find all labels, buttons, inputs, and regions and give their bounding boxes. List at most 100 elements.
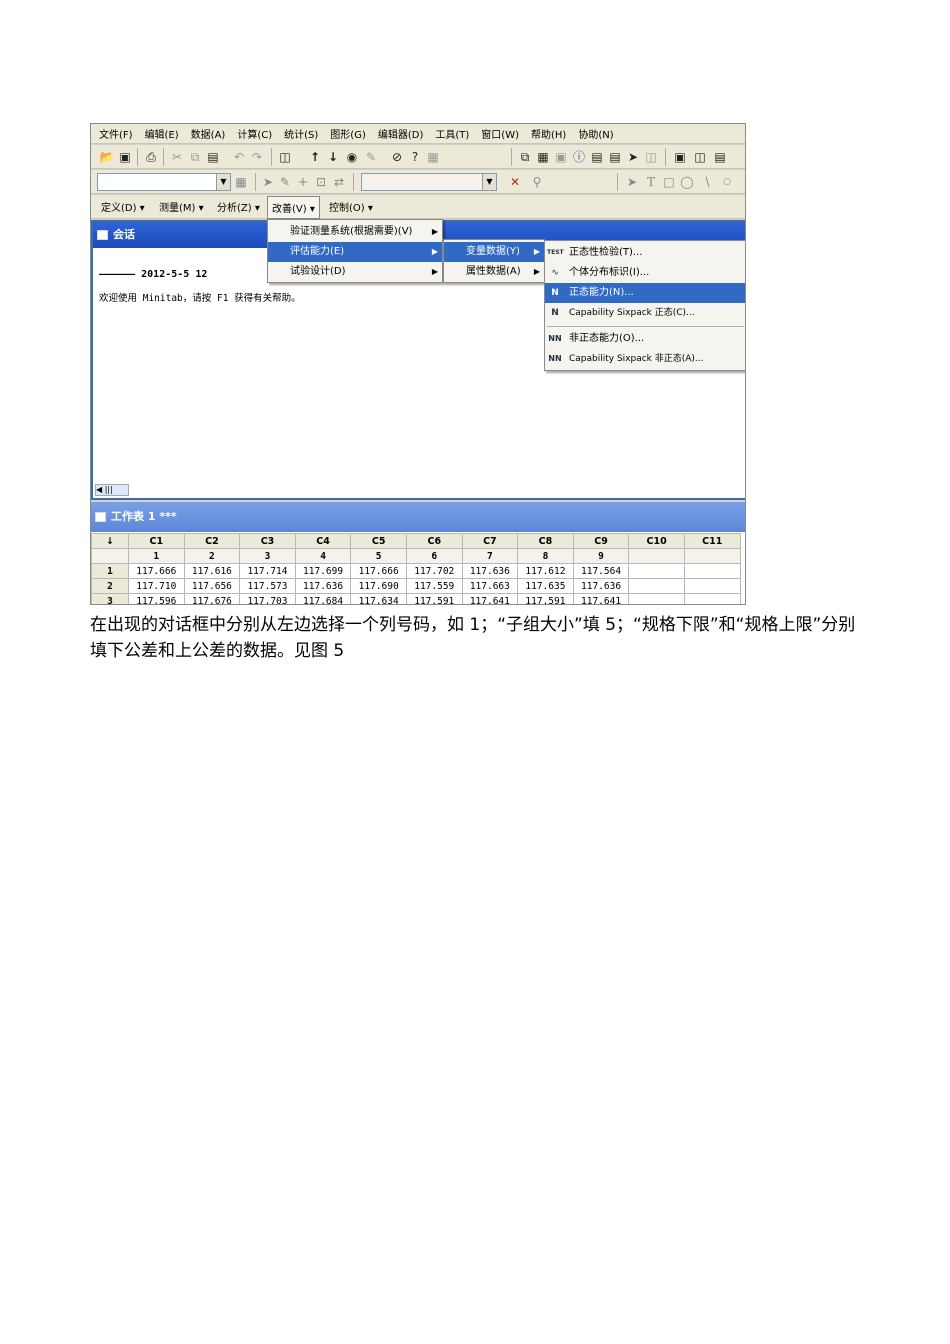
swap-icon[interactable]: ⇄ — [331, 174, 347, 190]
tile-icon[interactable]: ◫ — [643, 149, 659, 165]
column-header[interactable]: C1 — [128, 533, 185, 549]
cancel-icon[interactable]: ⊘ — [389, 149, 405, 165]
table-cell[interactable]: 117.663 — [461, 578, 519, 594]
menu-item-variable-data[interactable]: 变量数据(Y) ▶ — [444, 242, 544, 262]
column-name-cell[interactable] — [683, 548, 741, 564]
table-cell[interactable] — [683, 593, 741, 604]
table-cell[interactable] — [683, 578, 741, 594]
list-icon[interactable]: ▤ — [711, 149, 729, 165]
menu-item-sixpack-normal[interactable]: N Capability Sixpack 正态(C)... — [545, 303, 745, 323]
table-cell[interactable]: 117.676 — [183, 593, 241, 604]
column-name-cell[interactable]: 6 — [405, 548, 463, 564]
cut-icon[interactable]: ✂ — [169, 149, 185, 165]
column-name-cell[interactable]: 1 — [128, 548, 185, 564]
menu-item-measurement-system[interactable]: 验证测量系统(根据需要)(V) ▶ — [268, 222, 442, 242]
table-cell[interactable]: 117.591 — [517, 593, 574, 604]
print-icon[interactable]: ⎙ — [143, 149, 159, 165]
replace-icon[interactable]: ✎ — [363, 149, 379, 165]
worksheet-icon[interactable]: ▦ — [535, 149, 551, 165]
column-name-cell[interactable]: 3 — [239, 548, 296, 564]
column-header[interactable]: C6 — [405, 533, 463, 549]
redo-icon[interactable]: ↷ — [249, 149, 265, 165]
column-header[interactable]: C2 — [183, 533, 241, 549]
graph-icon[interactable]: ▣ — [671, 149, 689, 165]
table-cell[interactable]: 117.641 — [572, 593, 630, 604]
column-header[interactable]: C9 — [572, 533, 630, 549]
column-header[interactable]: C8 — [517, 533, 574, 549]
paste-icon[interactable]: ▤ — [205, 149, 221, 165]
table-cell[interactable]: 117.641 — [461, 593, 519, 604]
column-name-cell[interactable]: 4 — [294, 548, 352, 564]
zoom-icon[interactable]: ⚲ — [529, 174, 545, 190]
dot-icon[interactable]: ○ — [721, 174, 733, 190]
menu-stat[interactable]: 统计(S) — [284, 126, 318, 141]
close-icon[interactable]: ✕ — [507, 174, 523, 190]
copy-icon[interactable]: ⧉ — [187, 149, 203, 165]
menu-edit[interactable]: 编辑(E) — [145, 126, 179, 141]
column-header[interactable]: C11 — [683, 533, 741, 549]
analyze-button[interactable]: 分析(Z) ▾ — [217, 199, 260, 214]
column-name-cell[interactable]: 2 — [183, 548, 241, 564]
menu-item-attribute-data[interactable]: 属性数据(A) ▶ — [444, 262, 544, 282]
table-cell[interactable]: 117.612 — [517, 563, 574, 579]
table-cell[interactable]: 117.636 — [461, 563, 519, 579]
graph-manager-icon[interactable]: ⧉ — [517, 149, 533, 165]
column-header[interactable]: C4 — [294, 533, 352, 549]
menu-file[interactable]: 文件(F) — [99, 126, 133, 141]
table-cell[interactable]: 117.573 — [239, 578, 296, 594]
report-icon[interactable]: ▤ — [589, 149, 605, 165]
improve-button[interactable]: 改善(V) ▾ — [267, 196, 320, 219]
menu-item-doe[interactable]: 试验设计(D) ▶ — [268, 262, 442, 282]
column-name-cell[interactable]: 8 — [517, 548, 574, 564]
chevron-down-icon[interactable]: ▼ — [482, 174, 496, 190]
select-icon[interactable]: ⊡ — [313, 174, 329, 190]
menu-item-assess-capability[interactable]: 评估能力(E) ▶ — [268, 242, 442, 262]
table-cell[interactable]: 117.703 — [239, 593, 296, 604]
table-cell[interactable]: 117.636 — [294, 578, 352, 594]
table-cell[interactable]: 117.656 — [183, 578, 241, 594]
column-header[interactable]: C10 — [628, 533, 685, 549]
menu-item-sixpack-nonnormal[interactable]: NN Capability Sixpack 非正态(A)... — [545, 349, 745, 369]
save-icon[interactable]: ▣ — [117, 149, 133, 165]
column-name-cell[interactable]: 5 — [350, 548, 407, 564]
table-cell[interactable]: 117.714 — [239, 563, 296, 579]
table-cell[interactable]: 117.690 — [350, 578, 407, 594]
menu-help[interactable]: 帮助(H) — [531, 126, 566, 141]
table-cell[interactable]: 117.666 — [350, 563, 407, 579]
session-window-icon[interactable]: ◫ — [277, 149, 293, 165]
undo-icon[interactable]: ↶ — [231, 149, 247, 165]
table-cell[interactable]: 117.591 — [405, 593, 463, 604]
help-icon[interactable]: ? — [407, 149, 423, 165]
table-cell[interactable]: 117.636 — [572, 578, 630, 594]
menu-item-normal-capability[interactable]: N 正态能力(N)... — [545, 283, 745, 303]
row-header[interactable]: 2 — [91, 578, 129, 594]
arrow-icon[interactable]: ➤ — [625, 174, 639, 190]
column-header[interactable]: ↓ — [91, 533, 129, 549]
rectangle-icon[interactable]: □ — [661, 174, 677, 190]
column-header[interactable]: C7 — [461, 533, 519, 549]
pointer-icon[interactable]: ➤ — [261, 174, 275, 190]
table-cell[interactable] — [628, 563, 685, 579]
menu-tools[interactable]: 工具(T) — [435, 126, 469, 141]
table-cell[interactable]: 117.702 — [405, 563, 463, 579]
table-cell[interactable]: 117.634 — [350, 593, 407, 604]
arrow-up-icon[interactable]: ↑ — [307, 149, 323, 165]
column-name-cell[interactable] — [91, 548, 129, 564]
history-icon[interactable]: ▣ — [553, 149, 569, 165]
menu-item-normality-test[interactable]: TEST 正态性检验(T)... — [545, 243, 745, 263]
row-header[interactable]: 3 — [91, 593, 129, 604]
find-icon[interactable]: ◉ — [343, 149, 361, 165]
table-cell[interactable]: 117.596 — [128, 593, 185, 604]
table-cell[interactable]: 117.710 — [128, 578, 185, 594]
arrow-down-icon[interactable]: ↓ — [325, 149, 341, 165]
ellipse-icon[interactable]: ◯ — [679, 174, 695, 190]
measure-button[interactable]: 测量(M) ▾ — [159, 199, 204, 214]
table-cell[interactable] — [628, 593, 685, 604]
crosshair-icon[interactable]: + — [295, 174, 311, 190]
project-icon[interactable]: ▦ — [425, 149, 441, 165]
table-cell[interactable] — [628, 578, 685, 594]
table-cell[interactable] — [683, 563, 741, 579]
command-combo[interactable]: ▼ — [97, 173, 231, 191]
table-cell[interactable]: 117.559 — [405, 578, 463, 594]
info-icon[interactable]: ⓘ — [571, 149, 587, 165]
